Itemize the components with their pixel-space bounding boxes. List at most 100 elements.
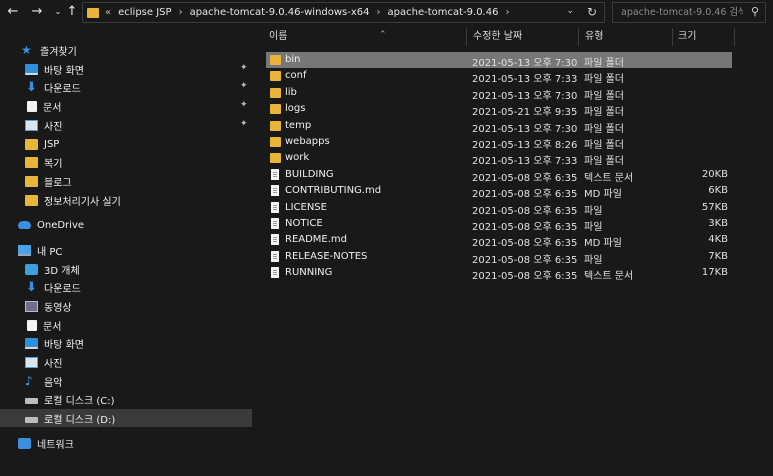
sidebar-item-downloads[interactable]: ⬇ 다운로드 ✦ bbox=[0, 78, 252, 96]
sidebar-item-label: 네트워크 bbox=[37, 439, 74, 451]
file-modified-date: 2021-05-08 오후 6:35 bbox=[472, 189, 578, 201]
sidebar-item-desktop[interactable]: 바탕 화면 ✦ bbox=[0, 60, 252, 78]
refresh-icon[interactable]: ↻ bbox=[587, 5, 597, 19]
forward-button[interactable]: → bbox=[28, 3, 46, 21]
up-button[interactable]: ↑ bbox=[63, 3, 81, 21]
column-header-date[interactable]: 수정한 날짜 bbox=[473, 26, 583, 48]
file-row[interactable]: README.md 2021-05-08 오후 6:35 MD 파일 4KB bbox=[266, 232, 732, 250]
sidebar-item-engineer-exam[interactable]: 정보처리기사 실기 bbox=[0, 191, 252, 209]
file-name: temp bbox=[285, 119, 312, 131]
file-row[interactable]: conf 2021-05-13 오후 7:33 파일 폴더 bbox=[266, 68, 732, 86]
network-icon bbox=[18, 437, 31, 449]
column-header-type[interactable]: 유형 bbox=[585, 26, 670, 48]
sidebar-item-label: 문서 bbox=[43, 321, 62, 333]
sidebar-item-drive-d[interactable]: 로컬 디스크 (D:) bbox=[0, 409, 252, 427]
file-name: work bbox=[285, 152, 310, 164]
column-header-name[interactable]: 이름 ⌃ bbox=[269, 26, 465, 48]
folder-icon bbox=[25, 194, 38, 206]
sidebar-item-label: JSP bbox=[44, 138, 60, 150]
desktop-icon bbox=[25, 337, 38, 349]
sidebar-item-jsp[interactable]: JSP bbox=[0, 135, 252, 153]
document-icon bbox=[27, 100, 37, 112]
file-icon bbox=[271, 168, 279, 180]
breadcrumb-tomcat[interactable]: apache-tomcat-9.0.46 bbox=[388, 7, 499, 18]
folder-icon bbox=[270, 153, 281, 164]
sidebar-item-label: 블로그 bbox=[44, 177, 72, 189]
file-row[interactable]: temp 2021-05-13 오후 7:30 파일 폴더 bbox=[266, 118, 732, 135]
sidebar-item-network[interactable]: 네트워크 bbox=[0, 434, 252, 452]
file-name: lib bbox=[285, 86, 297, 98]
column-divider[interactable] bbox=[578, 28, 579, 46]
pin-icon: ✦ bbox=[240, 119, 248, 129]
file-size: 20KB bbox=[701, 168, 728, 180]
arrow-up-icon: ↑ bbox=[66, 4, 78, 19]
file-type: 파일 폴더 bbox=[584, 156, 624, 168]
sidebar-item-drive-c[interactable]: 로컬 디스크 (C:) bbox=[0, 390, 252, 408]
download-icon: ⬇ bbox=[26, 79, 37, 95]
column-header-size[interactable]: 크기 bbox=[678, 26, 734, 48]
column-divider[interactable] bbox=[672, 28, 673, 46]
file-name: NOTICE bbox=[285, 218, 323, 229]
file-row[interactable]: bin 2021-05-13 오후 7:30 파일 폴더 bbox=[266, 52, 732, 69]
file-row[interactable]: NOTICE 2021-05-08 오후 6:35 파일 3KB bbox=[266, 216, 732, 233]
file-row[interactable]: lib 2021-05-13 오후 7:30 파일 폴더 bbox=[266, 85, 732, 102]
file-name: RUNNING bbox=[285, 267, 333, 279]
search-input[interactable] bbox=[613, 3, 743, 22]
desktop-icon bbox=[25, 63, 38, 75]
breadcrumb-separator[interactable]: › bbox=[505, 7, 509, 18]
sidebar-quick-access[interactable]: ★ 즐겨찾기 bbox=[0, 41, 252, 59]
sidebar-item-blog[interactable]: 블로그 bbox=[0, 172, 252, 190]
file-name: bin bbox=[285, 54, 301, 65]
address-history-dropdown[interactable]: ⌄ bbox=[566, 6, 574, 16]
breadcrumb-separator[interactable]: › bbox=[377, 7, 381, 18]
file-modified-date: 2021-05-13 오후 7:30 bbox=[472, 123, 578, 135]
column-divider[interactable] bbox=[734, 28, 735, 46]
folder-icon bbox=[270, 137, 281, 147]
file-row[interactable]: logs 2021-05-21 오후 9:35 파일 폴더 bbox=[266, 101, 732, 118]
file-name: LICENSE bbox=[285, 201, 327, 213]
search-icon[interactable]: ⚲ bbox=[751, 5, 759, 18]
breadcrumb-separator[interactable]: › bbox=[179, 7, 183, 18]
sidebar-item-bokgi[interactable]: 복기 bbox=[0, 153, 252, 171]
sidebar-item-pc-pictures[interactable]: 사진 bbox=[0, 353, 252, 371]
file-type: 파일 폴더 bbox=[584, 140, 624, 151]
computer-icon bbox=[18, 244, 31, 256]
file-size: 17KB bbox=[701, 267, 728, 279]
breadcrumb-eclipse-jsp[interactable]: eclipse JSP bbox=[118, 7, 171, 18]
file-row[interactable]: webapps 2021-05-13 오후 8:26 파일 폴더 bbox=[266, 134, 732, 151]
file-row[interactable]: RELEASE-NOTES 2021-05-08 오후 6:35 파일 7KB bbox=[266, 249, 732, 266]
address-bar[interactable]: « eclipse JSP › apache-tomcat-9.0.46-win… bbox=[82, 2, 605, 23]
breadcrumb-tomcat-windows[interactable]: apache-tomcat-9.0.46-windows-x64 bbox=[190, 7, 370, 18]
file-row[interactable]: CONTRIBUTING.md 2021-05-08 오후 6:35 MD 파일 6K… bbox=[266, 183, 732, 201]
search-box[interactable]: ⚲ bbox=[612, 2, 766, 23]
back-button[interactable]: ← bbox=[4, 3, 22, 21]
file-modified-date: 2021-05-13 오후 7:33 bbox=[472, 74, 578, 86]
sidebar-item-pc-downloads[interactable]: ⬇ 다운로드 bbox=[0, 278, 252, 296]
file-modified-date: 2021-05-13 오후 7:33 bbox=[472, 156, 578, 168]
file-name: logs bbox=[285, 103, 306, 115]
file-row[interactable]: RUNNING 2021-05-08 오후 6:35 텍스트 문서 17KB bbox=[266, 265, 732, 282]
column-divider[interactable] bbox=[466, 28, 467, 46]
file-row[interactable]: BUILDING 2021-05-08 오후 6:35 텍스트 문서 20KB bbox=[266, 167, 732, 184]
pin-icon: ✦ bbox=[240, 63, 248, 73]
sidebar-item-videos[interactable]: 동영상 bbox=[0, 297, 252, 315]
file-modified-date: 2021-05-08 오후 6:35 bbox=[472, 238, 578, 250]
sidebar-item-music[interactable]: ♪ 음악 bbox=[0, 372, 252, 390]
arrow-left-icon: ← bbox=[7, 4, 19, 19]
file-row[interactable]: work 2021-05-13 오후 7:33 파일 폴더 bbox=[266, 150, 732, 168]
file-icon bbox=[271, 250, 279, 262]
sidebar-item-this-pc[interactable]: 내 PC bbox=[0, 241, 252, 259]
sidebar-item-documents[interactable]: 문서 ✦ bbox=[0, 97, 252, 115]
file-row[interactable]: LICENSE 2021-05-08 오후 6:35 파일 57KB bbox=[266, 200, 732, 217]
sidebar-item-3d-objects[interactable]: 3D 개체 bbox=[0, 260, 252, 278]
file-size: 4KB bbox=[708, 234, 728, 246]
folder-icon bbox=[25, 138, 38, 150]
file-list: 이름 ⌃ 수정한 날짜 유형 크기 bin 2021-05-13 오후 7:30 파… bbox=[252, 26, 773, 476]
file-name: BUILDING bbox=[285, 168, 334, 180]
sidebar-item-onedrive[interactable]: OneDrive bbox=[0, 216, 252, 234]
overflow-chevron[interactable]: « bbox=[105, 7, 111, 18]
sidebar-item-label: 음악 bbox=[44, 377, 63, 389]
sidebar-item-pictures[interactable]: 사진 ✦ bbox=[0, 116, 252, 134]
sidebar-item-pc-documents[interactable]: 문서 bbox=[0, 316, 252, 334]
sidebar-item-pc-desktop[interactable]: 바탕 화면 bbox=[0, 334, 252, 352]
